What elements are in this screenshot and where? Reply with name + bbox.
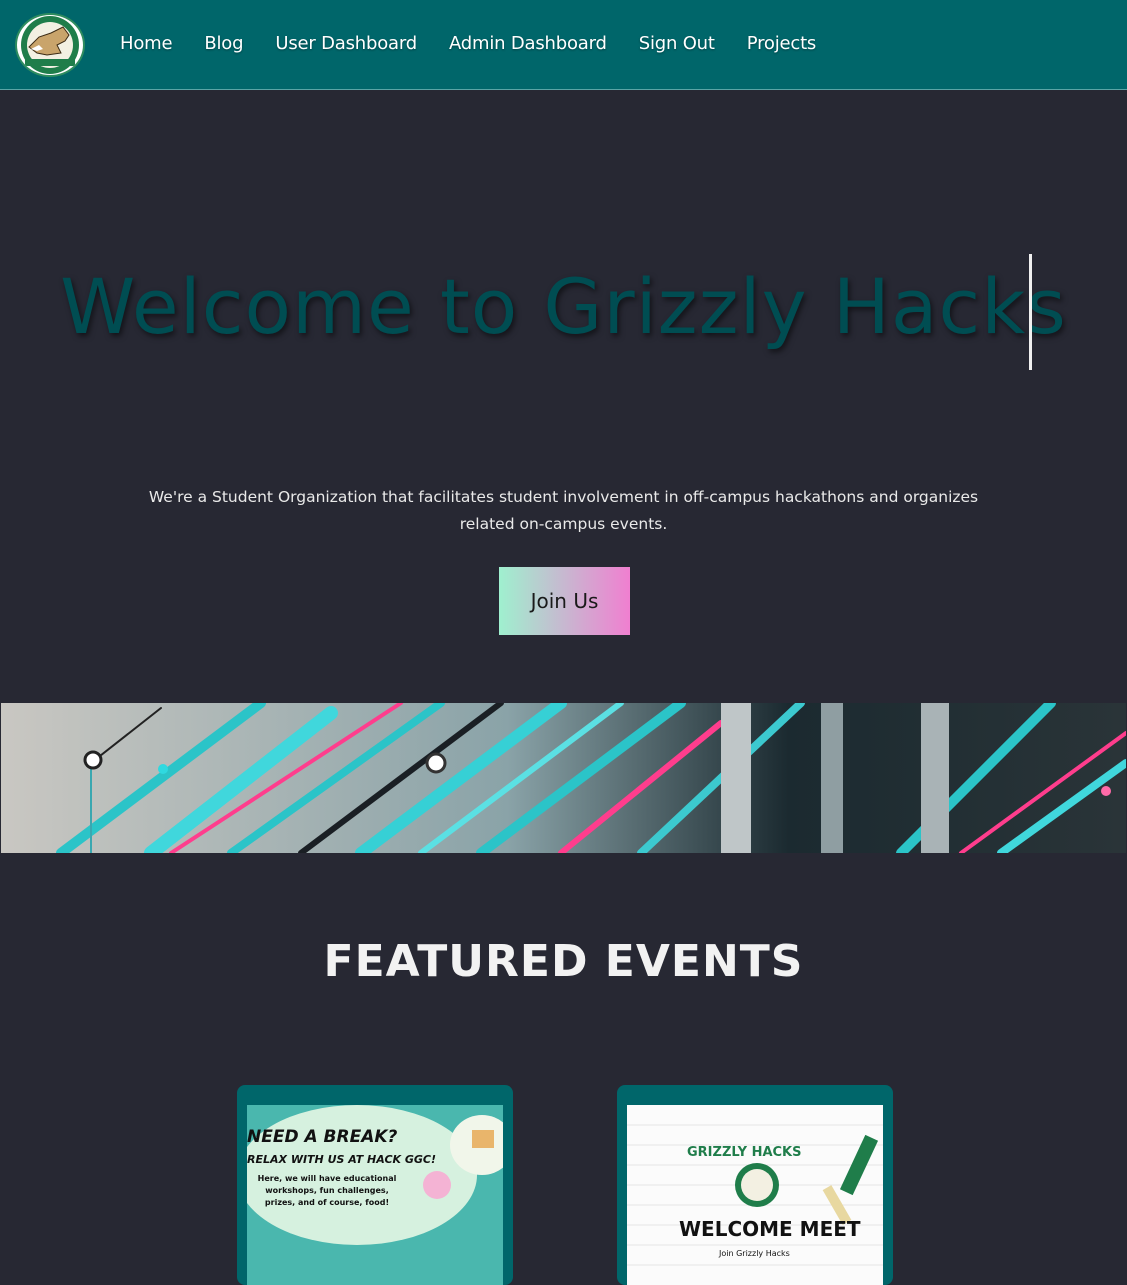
top-navbar: Home Blog User Dashboard Admin Dashboard… — [0, 0, 1127, 90]
poster-background — [627, 1105, 883, 1285]
poster-headline: WELCOME MEET — [679, 1217, 861, 1241]
hero-tagline: We're a Student Organization that facili… — [148, 488, 979, 533]
bear-logo-icon — [21, 16, 79, 74]
nav-home-link[interactable]: Home — [120, 33, 173, 54]
event-card[interactable]: NEED A BREAK? RELAX WITH US AT HACK GGC!… — [237, 1085, 513, 1285]
nav-admin-dashboard-link[interactable]: Admin Dashboard — [449, 33, 607, 54]
typing-cursor — [1029, 254, 1032, 370]
abstract-circuit-illustration — [1, 703, 1126, 853]
poster-subhead: Join Grizzly Hacks — [719, 1249, 790, 1258]
event-card[interactable]: GRIZZLY HACKS WELCOME MEET Join Grizzly … — [617, 1085, 893, 1285]
poster-headline: NEED A BREAK? — [247, 1127, 398, 1147]
nav-projects-link[interactable]: Projects — [747, 33, 817, 54]
grizzly-hacks-logo[interactable] — [15, 13, 85, 77]
poster-body: Here, we will have educational workshops… — [257, 1174, 397, 1207]
event-poster-welcome-meet: GRIZZLY HACKS WELCOME MEET Join Grizzly … — [627, 1105, 883, 1285]
event-poster-hack-ggc: NEED A BREAK? RELAX WITH US AT HACK GGC!… — [247, 1105, 503, 1285]
nav-user-dashboard-link[interactable]: User Dashboard — [275, 33, 417, 54]
tech-banner-image — [1, 703, 1126, 853]
poster-brand: GRIZZLY HACKS — [687, 1145, 802, 1160]
poster-subhead: RELAX WITH US AT HACK GGC! — [247, 1153, 437, 1166]
hero-title: Welcome to Grizzly Hacks — [60, 262, 1067, 351]
nav-sign-out-link[interactable]: Sign Out — [639, 33, 715, 54]
join-us-button[interactable]: Join Us — [499, 567, 630, 635]
featured-events-heading: FEATURED EVENTS — [323, 936, 804, 987]
nav-blog-link[interactable]: Blog — [204, 33, 243, 54]
main-nav: Home Blog User Dashboard Admin Dashboard… — [120, 33, 848, 54]
